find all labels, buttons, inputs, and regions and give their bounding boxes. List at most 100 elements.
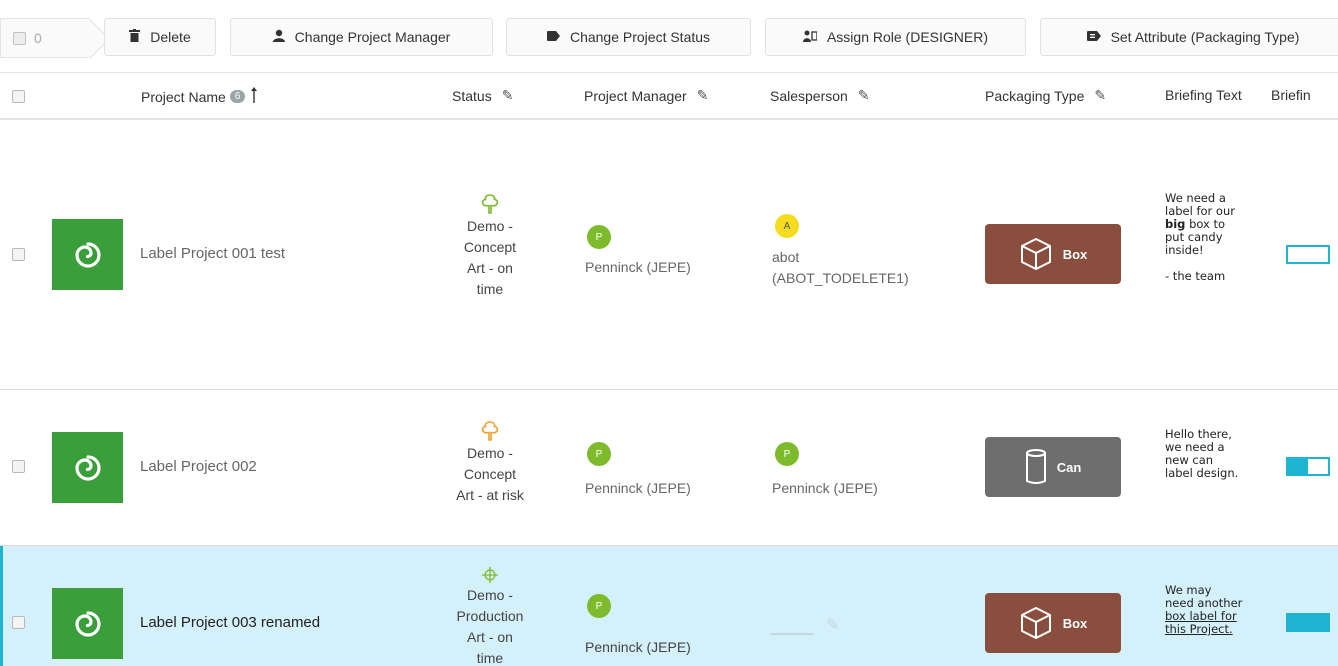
tag-icon [546,30,560,44]
packaging-type-box[interactable]: Box [985,224,1121,284]
column-label-briefing-cut: Briefin [1271,87,1311,103]
column-label-project-manager: Project Manager [584,87,687,104]
row-checkbox[interactable] [12,616,25,629]
project-name-link[interactable]: Label Project 003 renamed [140,614,320,631]
row-checkbox[interactable] [12,460,25,473]
box-icon [1020,607,1051,639]
status-cell: Demo - Concept Art - at risk [440,420,540,506]
table-row-selected[interactable]: Label Project 003 renamed Demo - Product… [0,546,1338,666]
attribute-icon [1086,30,1101,44]
project-name-link[interactable]: Label Project 001 test [140,245,285,262]
project-name-link[interactable]: Label Project 002 [140,458,257,475]
avatar: A [775,214,799,238]
select-all-checkbox[interactable] [12,90,25,103]
tree-status-icon [481,194,499,214]
project-manager-name[interactable]: Penninck (JEPE) [585,478,691,499]
project-count-badge: 6 [229,90,246,103]
trash-icon [129,29,141,45]
spiral-logo-icon [74,241,101,268]
edit-pencil-icon[interactable]: ✎ [502,87,514,104]
assign-role-label: Assign Role (DESIGNER) [826,29,989,45]
edit-pencil-icon[interactable]: ✎ [858,87,870,104]
bulk-action-toolbar: 0 Delete Change Project Manager Change P… [0,14,1338,60]
column-header-packaging-type[interactable]: Packaging Type ✎ [985,87,1106,104]
set-attribute-label: Set Attribute (Packaging Type) [1110,29,1300,45]
briefing-link[interactable]: box label for [1165,609,1237,623]
column-label-packaging-type: Packaging Type [985,87,1085,104]
briefing-toggle[interactable] [1286,245,1330,264]
assign-role-icon [802,30,818,45]
packaging-label: Box [1062,246,1088,262]
briefing-link[interactable]: this Project. [1165,622,1233,636]
project-manager-name[interactable]: Penninck (JEPE) [585,257,691,278]
column-header-project-name[interactable]: Project Name 6 [141,87,258,106]
column-header-status[interactable]: Status ✎ [452,87,513,104]
salesperson-name[interactable]: Penninck (JEPE) [772,478,878,499]
avatar: P [587,225,611,249]
change-project-status-button[interactable]: Change Project Status [506,18,751,56]
spiral-logo-icon [74,610,101,637]
project-manager-name[interactable]: Penninck (JEPE) [585,637,691,658]
column-header-briefing-cut[interactable]: Briefin [1271,87,1311,103]
briefing-line: box to [1189,217,1226,231]
status-text: Art - on [467,629,513,645]
status-cell: Demo - Production Art - on time [440,566,540,666]
column-header-salesperson[interactable]: Salesperson ✎ [770,87,870,104]
status-text: Demo - [467,218,513,234]
selected-count: 0 [34,30,42,46]
status-text: Art - at risk [456,487,524,503]
salesperson-username[interactable]: (ABOT_TODELETE1) [772,268,909,289]
delete-label: Delete [150,29,191,45]
edit-pencil-icon[interactable]: ✎ [1094,87,1106,104]
column-label-status: Status [452,87,492,104]
briefing-toggle[interactable] [1286,613,1330,632]
status-text: Production [456,608,524,624]
spiral-logo-icon [74,454,101,481]
packaging-label: Box [1062,615,1088,631]
target-status-icon [481,566,499,584]
briefing-bold: big [1165,217,1186,231]
project-thumbnail[interactable] [52,219,123,290]
status-text: Art - on [467,260,513,276]
delete-button[interactable]: Delete [104,18,216,56]
user-icon [272,29,285,45]
row-checkbox[interactable] [12,248,25,261]
status-text: Demo - [467,445,513,461]
status-text: Concept [463,239,517,255]
avatar: P [775,442,799,466]
avatar: P [587,442,611,466]
selection-counter[interactable]: 0 [0,18,90,58]
set-attribute-button[interactable]: Set Attribute (Packaging Type) [1040,18,1338,56]
project-thumbnail[interactable] [52,588,123,659]
tree-status-icon [481,421,499,441]
avatar: P [587,594,611,618]
box-icon [1020,238,1051,270]
change-project-status-label: Change Project Status [569,29,711,45]
briefing-toggle[interactable] [1286,457,1330,476]
status-text: time [476,650,504,666]
column-header-project-manager[interactable]: Project Manager ✎ [584,87,708,104]
status-cell: Demo - Concept Art - on time [440,193,540,300]
packaging-type-can[interactable]: Can [985,437,1121,497]
column-label-briefing-text: Briefing Text [1165,87,1242,103]
salesperson-name[interactable]: abot [772,247,799,268]
edit-pencil-icon[interactable]: ✎ [697,87,709,104]
status-text: Demo - [467,587,513,603]
project-thumbnail[interactable] [52,432,123,503]
column-header-briefing-text[interactable]: Briefing Text [1165,87,1242,103]
change-project-manager-button[interactable]: Change Project Manager [230,18,493,56]
briefing-line: - the team [1165,269,1226,283]
packaging-label: Can [1056,459,1082,475]
briefing-line: inside! [1165,243,1204,257]
table-row[interactable]: Label Project 002 Demo - Concept Art - a… [0,390,1338,546]
table-row[interactable]: Label Project 001 test Demo - Concept Ar… [0,121,1338,390]
column-label-salesperson: Salesperson [770,87,848,104]
select-all-checkbox-icon [13,31,26,45]
packaging-type-box[interactable]: Box [985,593,1121,653]
briefing-text: We need a label for our big box to put c… [1165,192,1275,283]
status-text: time [476,281,504,297]
salesperson-empty-field[interactable] [770,633,814,635]
edit-pencil-icon[interactable]: ✎ [826,615,839,635]
assign-role-button[interactable]: Assign Role (DESIGNER) [765,18,1026,56]
briefing-text: We may need another box label for this P… [1165,584,1275,636]
